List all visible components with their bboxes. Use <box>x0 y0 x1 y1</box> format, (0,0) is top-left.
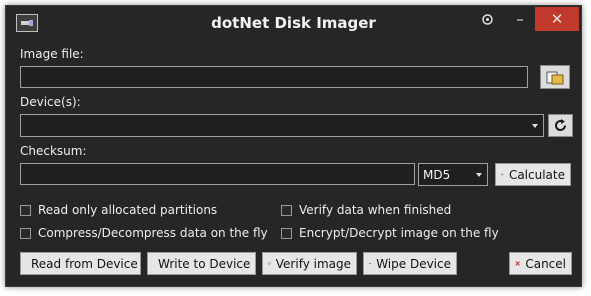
checkbox-box <box>281 227 292 239</box>
app-window: dotNet Disk Imager – ✕ Image file: Devic… <box>5 5 582 287</box>
device-select[interactable] <box>20 114 544 137</box>
settings-button[interactable] <box>476 6 498 32</box>
compress-decompress-checkbox[interactable]: Compress/Decompress data on the fly <box>20 226 268 240</box>
write-to-device-button[interactable]: Write to Device <box>147 252 256 275</box>
read-from-device-button[interactable]: Read from Device <box>20 252 141 275</box>
chevron-down-icon <box>532 124 538 128</box>
encrypt-decrypt-checkbox[interactable]: Encrypt/Decrypt image on the fly <box>281 226 499 240</box>
eraser-icon <box>369 262 372 265</box>
verify-when-finished-checkbox[interactable]: Verify data when finished <box>281 203 451 217</box>
browse-button[interactable] <box>540 65 570 89</box>
checkbox-box <box>281 204 292 216</box>
checkbox-box <box>20 227 31 239</box>
cancel-x-icon <box>515 261 520 266</box>
devices-label: Device(s): <box>20 95 81 109</box>
image-file-input[interactable] <box>20 66 528 88</box>
calculate-button[interactable]: Calculate <box>495 163 571 186</box>
encrypt-decrypt-label: Encrypt/Decrypt image on the fly <box>299 226 499 240</box>
checksum-input[interactable] <box>20 163 415 185</box>
key-icon <box>501 173 504 176</box>
compress-decompress-label: Compress/Decompress data on the fly <box>38 226 268 240</box>
verify-image-button[interactable]: Verify image <box>262 252 357 275</box>
minimize-button[interactable]: – <box>506 6 534 32</box>
read-only-allocated-label: Read only allocated partitions <box>38 203 218 217</box>
chevron-down-icon <box>476 173 482 177</box>
refresh-icon <box>555 119 567 132</box>
checkbox-box <box>20 204 31 216</box>
title-bar: dotNet Disk Imager – ✕ <box>6 6 581 40</box>
calculate-label: Calculate <box>508 167 565 182</box>
cancel-button[interactable]: Cancel <box>509 252 572 275</box>
write-to-device-label: Write to Device <box>158 256 251 271</box>
wipe-device-button[interactable]: Wipe Device <box>363 252 457 275</box>
gear-icon <box>481 13 493 25</box>
close-button[interactable]: ✕ <box>535 7 579 31</box>
verify-image-label: Verify image <box>275 256 351 271</box>
refresh-button[interactable] <box>548 114 573 137</box>
checksum-algorithm-value: MD5 <box>423 167 451 182</box>
image-file-label: Image file: <box>20 47 84 61</box>
read-only-allocated-checkbox[interactable]: Read only allocated partitions <box>20 203 217 217</box>
cancel-label: Cancel <box>525 256 566 271</box>
document-check-icon <box>268 262 271 265</box>
folder-icon <box>546 71 564 84</box>
checksum-label: Checksum: <box>20 144 87 158</box>
verify-when-finished-label: Verify data when finished <box>299 203 452 217</box>
wipe-device-label: Wipe Device <box>376 256 451 271</box>
read-from-device-label: Read from Device <box>31 256 138 271</box>
checksum-algorithm-select[interactable]: MD5 <box>418 163 488 186</box>
